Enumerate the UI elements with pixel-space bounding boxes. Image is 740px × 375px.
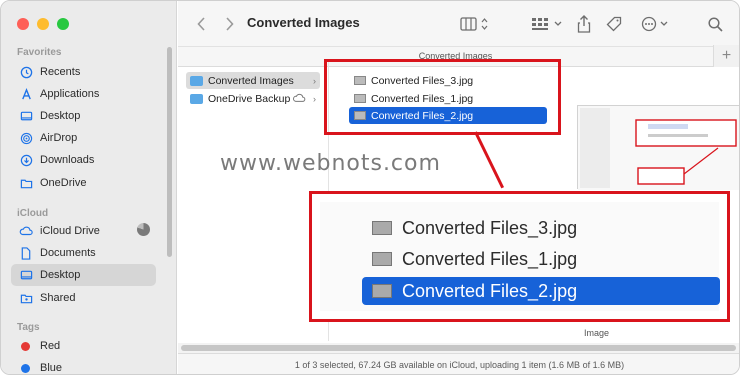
sidebar-item-desktop[interactable]: Desktop: [11, 105, 156, 127]
sidebar: Favorites Recents Applications Desktop A…: [1, 1, 177, 374]
group-button[interactable]: [530, 14, 566, 34]
sidebar-item-label: AirDrop: [40, 132, 78, 144]
close-window-button[interactable]: [17, 18, 29, 30]
sidebar-header-tags: Tags: [17, 322, 40, 333]
zoom-content: Converted Files_3.jpg Converted Files_1.…: [320, 202, 720, 311]
zoom-row-converted-files-2: Converted Files_2.jpg: [362, 277, 720, 305]
zoom-file-name: Converted Files_3.jpg: [402, 217, 578, 238]
zoom-row-converted-files-1: Converted Files_1.jpg: [362, 245, 720, 273]
sidebar-item-recents[interactable]: Recents: [11, 61, 156, 83]
chevron-right-icon: ›: [313, 75, 316, 86]
watermark-text: www.webnots.com: [220, 151, 441, 176]
sidebar-item-label: Applications: [40, 88, 100, 100]
share-button[interactable]: [576, 14, 592, 34]
search-button[interactable]: [706, 14, 724, 34]
sidebar-scrollbar[interactable]: [167, 47, 172, 257]
cloud-icon: [19, 224, 33, 238]
sidebar-item-label: Desktop: [40, 110, 81, 122]
minimize-window-button[interactable]: [37, 18, 49, 30]
sidebar-header-icloud: iCloud: [17, 208, 49, 219]
red-tag-icon: [21, 341, 30, 351]
sidebar-header-favorites: Favorites: [17, 47, 62, 58]
upload-progress-icon: [137, 223, 150, 236]
folder-icon: [190, 75, 203, 86]
sidebar-item-label: Red: [40, 340, 61, 352]
clock-icon: [19, 65, 33, 79]
sidebar-item-downloads[interactable]: Downloads: [11, 149, 156, 171]
ellipsis-icon: [641, 16, 668, 32]
folder-icon: [19, 176, 33, 190]
chevron-left-icon: [196, 17, 205, 31]
zoom-callout: Converted Files_3.jpg Converted Files_1.…: [309, 191, 730, 322]
share-icon: [577, 15, 591, 33]
action-menu-button[interactable]: [640, 14, 672, 34]
columns-view-icon: [460, 17, 488, 31]
preview-label: Image: [584, 328, 610, 338]
sidebar-item-desktop-icloud[interactable]: Desktop: [11, 264, 156, 286]
sidebar-item-onedrive[interactable]: OneDrive: [11, 172, 156, 194]
status-bar: 1 of 3 selected, 67.24 GB available on i…: [178, 353, 739, 374]
preview-thumbnail: [577, 105, 739, 190]
column-item-onedrive-backup[interactable]: OneDrive Backup ›: [186, 90, 320, 107]
cloud-download-icon: [292, 93, 306, 106]
column-item-label: OneDrive Backup: [208, 92, 291, 105]
sidebar-item-documents[interactable]: Documents: [11, 242, 156, 264]
sidebar-item-label: Shared: [40, 292, 76, 304]
sidebar-item-label: Downloads: [40, 154, 95, 166]
blue-tag-icon: [21, 363, 30, 373]
sidebar-tag-blue[interactable]: Blue: [11, 357, 156, 374]
sidebar-item-label: OneDrive: [40, 177, 87, 189]
column-item-converted-images[interactable]: Converted Images ›: [186, 72, 320, 89]
sidebar-item-airdrop[interactable]: AirDrop: [11, 127, 156, 149]
sidebar-item-applications[interactable]: Applications: [11, 83, 156, 105]
search-icon: [707, 16, 723, 32]
zoom-window-button[interactable]: [57, 18, 69, 30]
zoom-file-name: Converted Files_2.jpg: [402, 280, 578, 301]
traffic-lights: [17, 18, 69, 30]
column-item-label: Converted Images: [208, 74, 294, 87]
applications-icon: [19, 87, 33, 101]
sidebar-item-shared[interactable]: Shared: [11, 287, 156, 309]
tag-icon: [606, 16, 622, 32]
tags-button[interactable]: [605, 14, 623, 34]
document-icon: [19, 246, 33, 260]
chevron-right-icon: [225, 17, 234, 31]
sidebar-tag-red[interactable]: Red: [11, 335, 156, 357]
horizontal-scrollbar[interactable]: [181, 345, 736, 351]
desktop-icon: [19, 109, 33, 123]
image-file-icon: [372, 284, 392, 298]
sidebar-item-label: Recents: [40, 66, 81, 78]
sidebar-item-label: Desktop: [40, 269, 81, 281]
back-button[interactable]: [193, 14, 209, 34]
status-text: 1 of 3 selected, 67.24 GB available on i…: [294, 360, 625, 370]
new-tab-button[interactable]: +: [713, 45, 739, 67]
highlight-box: [324, 59, 561, 135]
chevron-right-icon: ›: [313, 93, 316, 104]
sidebar-item-icloud-drive[interactable]: iCloud Drive: [11, 220, 156, 242]
toolbar: Converted Images: [178, 1, 739, 47]
downloads-icon: [19, 153, 33, 167]
zoom-row-converted-files-3: Converted Files_3.jpg: [362, 214, 720, 242]
airdrop-icon: [19, 131, 33, 145]
desktop-icon: [19, 268, 33, 282]
shared-folder-icon: [19, 291, 33, 305]
zoom-file-name: Converted Files_1.jpg: [402, 248, 578, 269]
finder-window: Favorites Recents Applications Desktop A…: [0, 0, 740, 375]
window-title: Converted Images: [247, 15, 360, 30]
sidebar-item-label: Documents: [40, 247, 96, 259]
forward-button[interactable]: [221, 14, 237, 34]
sidebar-item-label: Blue: [40, 362, 63, 374]
folder-icon: [190, 93, 203, 104]
sidebar-item-label: iCloud Drive: [40, 225, 100, 237]
grid-icon: [532, 18, 562, 30]
image-file-icon: [372, 221, 392, 235]
image-file-icon: [372, 252, 392, 266]
view-mode-button[interactable]: [458, 14, 492, 34]
